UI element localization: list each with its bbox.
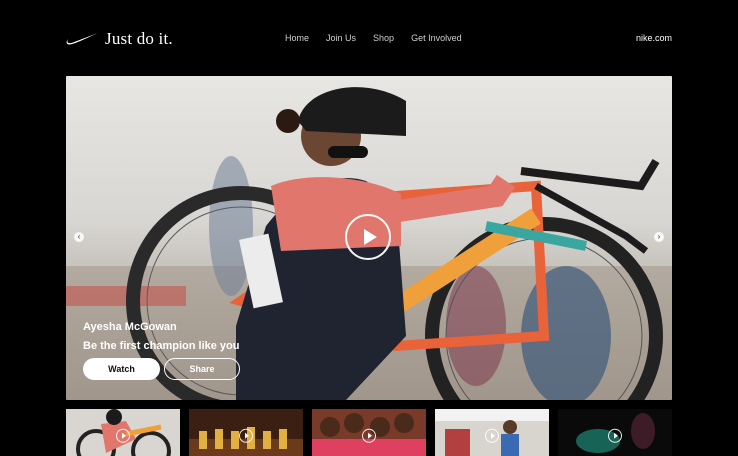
thumbnail-play-icon	[362, 428, 376, 443]
nav-get-involved[interactable]: Get Involved	[411, 33, 462, 43]
thumbnail-dark[interactable]	[558, 409, 672, 456]
chevron-right-icon: ›	[657, 232, 661, 241]
prev-slide-button[interactable]: ‹	[74, 232, 84, 242]
next-slide-button[interactable]: ›	[654, 232, 664, 242]
athlete-name: Ayesha McGowan	[83, 321, 177, 333]
watch-button[interactable]: Watch	[83, 358, 160, 380]
site-header: Just do it. Home Join Us Shop Get Involv…	[0, 0, 738, 76]
main-nav: Home Join Us Shop Get Involved	[285, 33, 462, 43]
brand-tagline: Just do it.	[105, 29, 173, 48]
thumbnail-cyclist[interactable]	[66, 409, 180, 456]
play-icon	[363, 229, 377, 245]
chevron-left-icon: ‹	[77, 232, 81, 241]
share-button[interactable]: Share	[164, 358, 240, 380]
hero-video[interactable]: ‹ › Ayesha McGowan Be the first champion…	[66, 76, 672, 400]
swoosh-icon	[66, 33, 98, 45]
page: Just do it. Home Join Us Shop Get Involv…	[0, 0, 738, 456]
hero-slogan: Be the first champion like you	[83, 340, 240, 352]
site-link[interactable]: nike.com	[636, 33, 672, 43]
thumbnail-strip	[66, 409, 672, 456]
thumbnail-gym[interactable]	[435, 409, 549, 456]
thumbnail-play-icon	[485, 428, 499, 443]
nav-shop[interactable]: Shop	[373, 33, 394, 43]
thumbnail-dancers[interactable]	[189, 409, 303, 456]
play-button[interactable]	[345, 214, 391, 260]
thumbnail-play-icon	[239, 428, 253, 443]
thumbnail-team[interactable]	[312, 409, 426, 456]
brand-logo[interactable]: Just do it.	[65, 29, 173, 49]
thumbnail-play-icon	[116, 428, 130, 443]
hero-caption: Ayesha McGowan Be the first champion lik…	[83, 321, 239, 352]
nav-home[interactable]: Home	[285, 33, 309, 43]
nav-join-us[interactable]: Join Us	[326, 33, 356, 43]
thumbnail-play-icon	[608, 428, 622, 443]
